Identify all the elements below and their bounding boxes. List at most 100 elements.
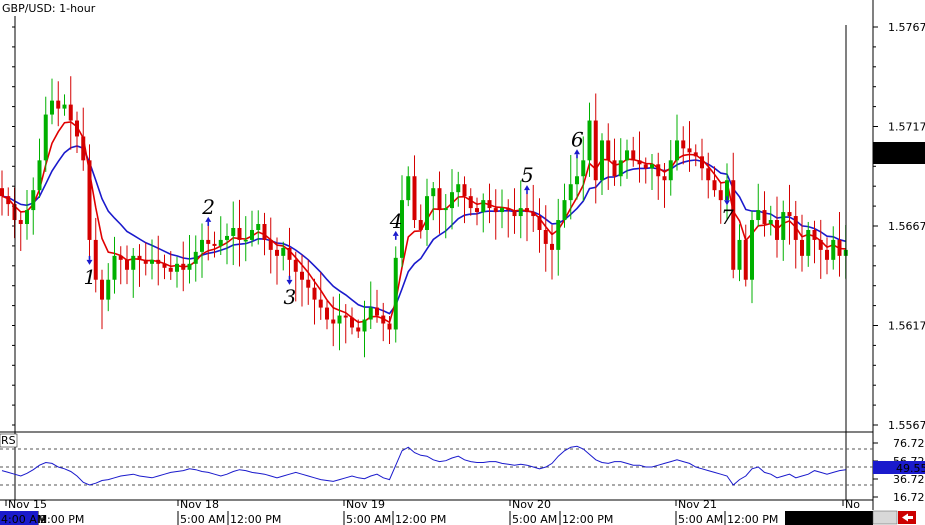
candle-body [206, 239, 211, 244]
candle-body [418, 220, 423, 230]
rsi-current-label: 49.55 [896, 462, 925, 475]
candle-body [781, 212, 786, 240]
candle-body [268, 239, 273, 250]
candle-body [562, 200, 567, 221]
day-label: Nov 18 [180, 498, 219, 511]
candle-body [337, 315, 342, 324]
candle-body [81, 136, 86, 161]
day-label: Nov 19 [346, 498, 385, 511]
candle-body [793, 216, 798, 240]
time-label: 5:00 AM [678, 513, 723, 525]
price-tick-label: 1.5617 [888, 320, 925, 333]
candle-body [593, 120, 598, 181]
price-tick-label: 1.5667 [888, 220, 925, 233]
current-price-label: 1.5704 [886, 150, 925, 163]
candle-body [312, 287, 317, 300]
time-label: 5:00 AM [180, 513, 225, 525]
candle-body [168, 267, 173, 272]
candle-body [612, 160, 617, 177]
time-label: 5:00 AM [512, 513, 557, 525]
day-label: Nov 20 [512, 498, 551, 511]
candle-body [787, 212, 792, 217]
candle-body [25, 210, 29, 225]
signal-number-label: 2 [201, 195, 215, 219]
candle-body [237, 227, 242, 240]
day-label: No [845, 498, 860, 511]
candle-body [125, 259, 129, 270]
candle-body [487, 200, 492, 209]
candle-body [150, 259, 154, 264]
candle-body [37, 160, 42, 191]
candle-body [668, 160, 673, 181]
candle-body [356, 327, 361, 332]
candle-body [343, 315, 348, 318]
price-tick-label: 1.5717 [888, 121, 925, 134]
candle-body [693, 152, 698, 157]
candle-body [293, 259, 298, 272]
price-tick-label: 1.5767 [888, 21, 925, 34]
candle-body [575, 176, 579, 185]
signal-number-label: 1 [84, 265, 97, 289]
time-label: 2:00 PM [40, 513, 84, 525]
time-label: 12:00 PM [562, 513, 613, 525]
candle-body [762, 210, 767, 225]
candle-body [737, 239, 742, 270]
day-label: Nov 15 [8, 498, 47, 511]
candle-body [700, 156, 704, 169]
candle-body [812, 229, 817, 240]
candle-body [287, 247, 292, 260]
candle-body [750, 220, 754, 280]
signal-number-label: 5 [521, 163, 534, 187]
candle-body [387, 323, 392, 330]
candle-body [662, 176, 667, 181]
candle-body [706, 168, 711, 181]
candle-body [768, 220, 773, 225]
candle-body [0, 188, 4, 197]
candle-body [225, 235, 229, 240]
candle-body [806, 229, 811, 256]
candle-body [143, 259, 148, 264]
candle-body [68, 104, 73, 121]
candle-body [443, 208, 448, 211]
candle-body [431, 188, 436, 197]
rsi-label: RS [1, 434, 16, 447]
candle-body [681, 140, 686, 149]
day-label: Nov 21 [678, 498, 717, 511]
candle-body [200, 239, 204, 252]
candle-body [381, 315, 386, 324]
candle-body [112, 255, 117, 280]
candle-body [281, 247, 286, 256]
candle-body [818, 239, 823, 250]
candle-body [331, 319, 336, 324]
candle-body [712, 180, 717, 191]
candle-body [256, 224, 261, 230]
candle-body [43, 114, 48, 161]
candle-body [587, 120, 592, 161]
candle-body [506, 208, 511, 211]
candle-body [362, 319, 367, 332]
candle-body [481, 200, 486, 213]
candle-body [800, 239, 804, 256]
scroll-arrow-icon[interactable] [872, 510, 916, 525]
candle-body [462, 184, 467, 197]
candle-body [468, 196, 473, 209]
time-label: 5:00 AM [346, 513, 391, 525]
candle-body [831, 239, 836, 260]
candle-body [687, 148, 692, 153]
time-label: 12:00 PM [395, 513, 446, 525]
candle-body [600, 140, 604, 181]
candle-body [306, 279, 311, 288]
candle-body [718, 190, 723, 201]
signal-number-label: 4 [389, 209, 403, 233]
candle-body [450, 192, 454, 209]
candle-body [262, 224, 267, 240]
signal-number-label: 3 [284, 285, 297, 309]
candle-body [550, 243, 554, 250]
candle-body [568, 184, 573, 201]
candle-body [212, 243, 217, 246]
candle-body [825, 249, 829, 260]
candle-body [231, 227, 236, 236]
candle-body [75, 120, 79, 137]
candle-body [412, 176, 417, 221]
candle-body [437, 188, 442, 211]
